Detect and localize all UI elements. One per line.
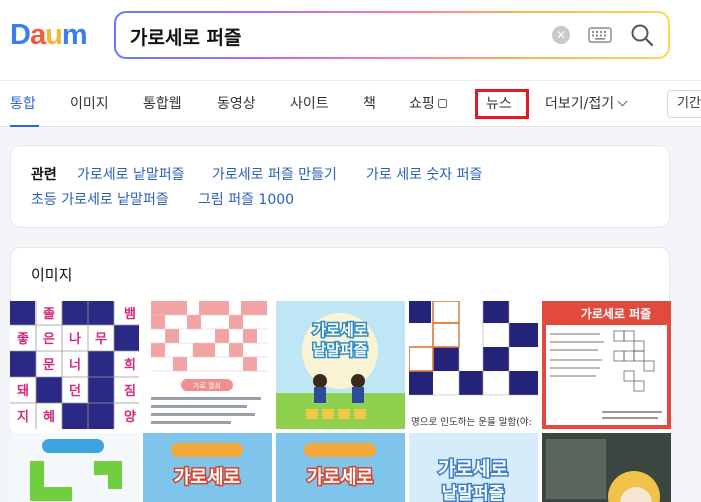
image-thumb-7[interactable]: 가로세로 <box>143 433 272 502</box>
daum-logo[interactable]: D a u m <box>10 19 88 51</box>
tab-all[interactable]: 통합 <box>10 94 36 114</box>
tab-news[interactable]: 뉴스 <box>486 94 512 114</box>
grid-char: 은 <box>43 332 55 347</box>
poster-title: 가로세로 <box>307 467 373 488</box>
search-box: ✕ <box>114 11 670 59</box>
poster-subtitle: 낱말퍼즐 <box>442 483 505 502</box>
worksheet-title: 가로세로 퍼즐 <box>581 306 651 321</box>
tab-books[interactable]: 책 <box>363 94 376 114</box>
puzzle-poster-image: 가로세로 낱말퍼즐 <box>276 301 405 429</box>
image-thumb-4[interactable]: 명으로 인도하는 운을 말함(야: <box>409 301 538 429</box>
related-link[interactable]: 가로 세로 숫자 퍼즐 <box>366 164 482 184</box>
thumb-caption: 명으로 인도하는 운을 말함(야: <box>411 416 532 428</box>
thumb-caption: 가로 열쇠 <box>193 381 221 390</box>
related-link[interactable]: 가로세로 낱말퍼즐 <box>77 164 185 184</box>
navy-grid-image: 명으로 인도하는 운을 말함(야: <box>409 301 538 428</box>
classroom-photo-image <box>542 433 671 502</box>
grid-char: 혜 <box>43 409 55 425</box>
grid-char: 던 <box>69 383 81 399</box>
grid-char: 졸 <box>43 307 55 322</box>
search-icon[interactable] <box>630 23 654 47</box>
related-label: 관련 <box>31 167 57 183</box>
grid-char: 나 <box>69 331 81 347</box>
vocab-poster-image: 가로세로 <box>276 433 405 502</box>
image-thumb-5[interactable]: 가로세로 퍼즐 <box>542 301 671 429</box>
search-input[interactable] <box>130 22 510 50</box>
grid-char: 좋 <box>17 332 29 347</box>
tab-video[interactable]: 동영상 <box>217 94 256 114</box>
pink-puzzle-image: 가로 열쇠 <box>151 301 267 424</box>
tab-images[interactable]: 이미지 <box>70 94 109 114</box>
tab-shopping-label: 쇼핑 <box>409 96 435 112</box>
puzzle-title-image: 가로세로 낱말퍼즐 <box>409 433 538 502</box>
image-thumb-6[interactable] <box>10 433 139 502</box>
crossword-grid-image: 졸 뱀 좋 은 나 무 문 너 희 돼 던 짐 지 혜 양 <box>10 301 139 429</box>
tab-web[interactable]: 통합웹 <box>143 94 182 114</box>
related-link[interactable]: 초등 가로세로 낱말퍼즐 <box>31 189 169 209</box>
tab-shopping[interactable]: 쇼핑 <box>409 94 447 114</box>
image-thumb-1[interactable]: 졸 뱀 좋 은 나 무 문 너 희 돼 던 짐 지 혜 양 <box>10 301 139 429</box>
image-thumb-9[interactable]: 가로세로 낱말퍼즐 <box>409 433 538 502</box>
logo-letter-d: D <box>10 19 31 51</box>
header: D a u m ✕ <box>0 0 701 80</box>
grid-char: 지 <box>17 410 29 425</box>
logo-letter-u: u <box>45 19 63 51</box>
red-worksheet-image: 가로세로 퍼즐 <box>542 301 671 429</box>
grid-char: 무 <box>95 332 107 347</box>
poster-title: 가로세로 <box>174 467 240 488</box>
clear-icon[interactable]: ✕ <box>552 26 570 44</box>
grid-char: 양 <box>124 410 136 425</box>
grid-char: 너 <box>69 357 81 373</box>
poster-title-line: 가로세로 <box>312 321 367 339</box>
active-tab-indicator <box>10 125 39 127</box>
grid-char: 짐 <box>124 384 136 399</box>
tab-sites[interactable]: 사이트 <box>290 94 329 114</box>
poster-title: 가로세로 <box>438 458 508 480</box>
external-link-icon <box>437 99 447 108</box>
image-thumb-3[interactable]: 가로세로 낱말퍼즐 <box>276 301 405 429</box>
grid-char: 뱀 <box>124 306 136 322</box>
related-link[interactable]: 가로세로 퍼즐 만들기 <box>212 164 337 184</box>
tab-more[interactable]: 더보기/접기 <box>545 94 628 114</box>
related-searches: 관련 가로세로 낱말퍼즐 가로세로 퍼즐 만들기 가로 세로 숫자 퍼즐 초등 … <box>10 145 670 228</box>
keyboard-icon[interactable] <box>588 27 612 43</box>
grid-char: 돼 <box>17 383 29 399</box>
poster-title-line: 낱말퍼즐 <box>312 341 367 359</box>
related-link[interactable]: 그림 퍼즐 1000 <box>198 189 294 209</box>
logo-letter-m: m <box>61 19 88 51</box>
image-section-title: 이미지 <box>31 266 73 284</box>
chevron-down-icon <box>617 96 628 107</box>
image-thumb-8[interactable]: 가로세로 <box>276 433 405 502</box>
period-filter-button[interactable]: 기간 <box>667 90 701 118</box>
search-tabs: 통합 이미지 통합웹 동영상 사이트 책 쇼핑 뉴스 더보기/접기 기간 <box>0 80 701 127</box>
grid-char: 희 <box>124 358 136 373</box>
grid-char: 문 <box>43 358 55 373</box>
image-thumb-2[interactable]: 가로 열쇠 <box>143 301 272 429</box>
vocab-poster-image: 가로세로 <box>143 433 272 502</box>
logo-letter-a: a <box>29 19 46 51</box>
tab-more-label: 더보기/접기 <box>545 96 615 112</box>
image-thumb-10[interactable] <box>542 433 671 502</box>
green-blocks-image <box>30 439 122 501</box>
